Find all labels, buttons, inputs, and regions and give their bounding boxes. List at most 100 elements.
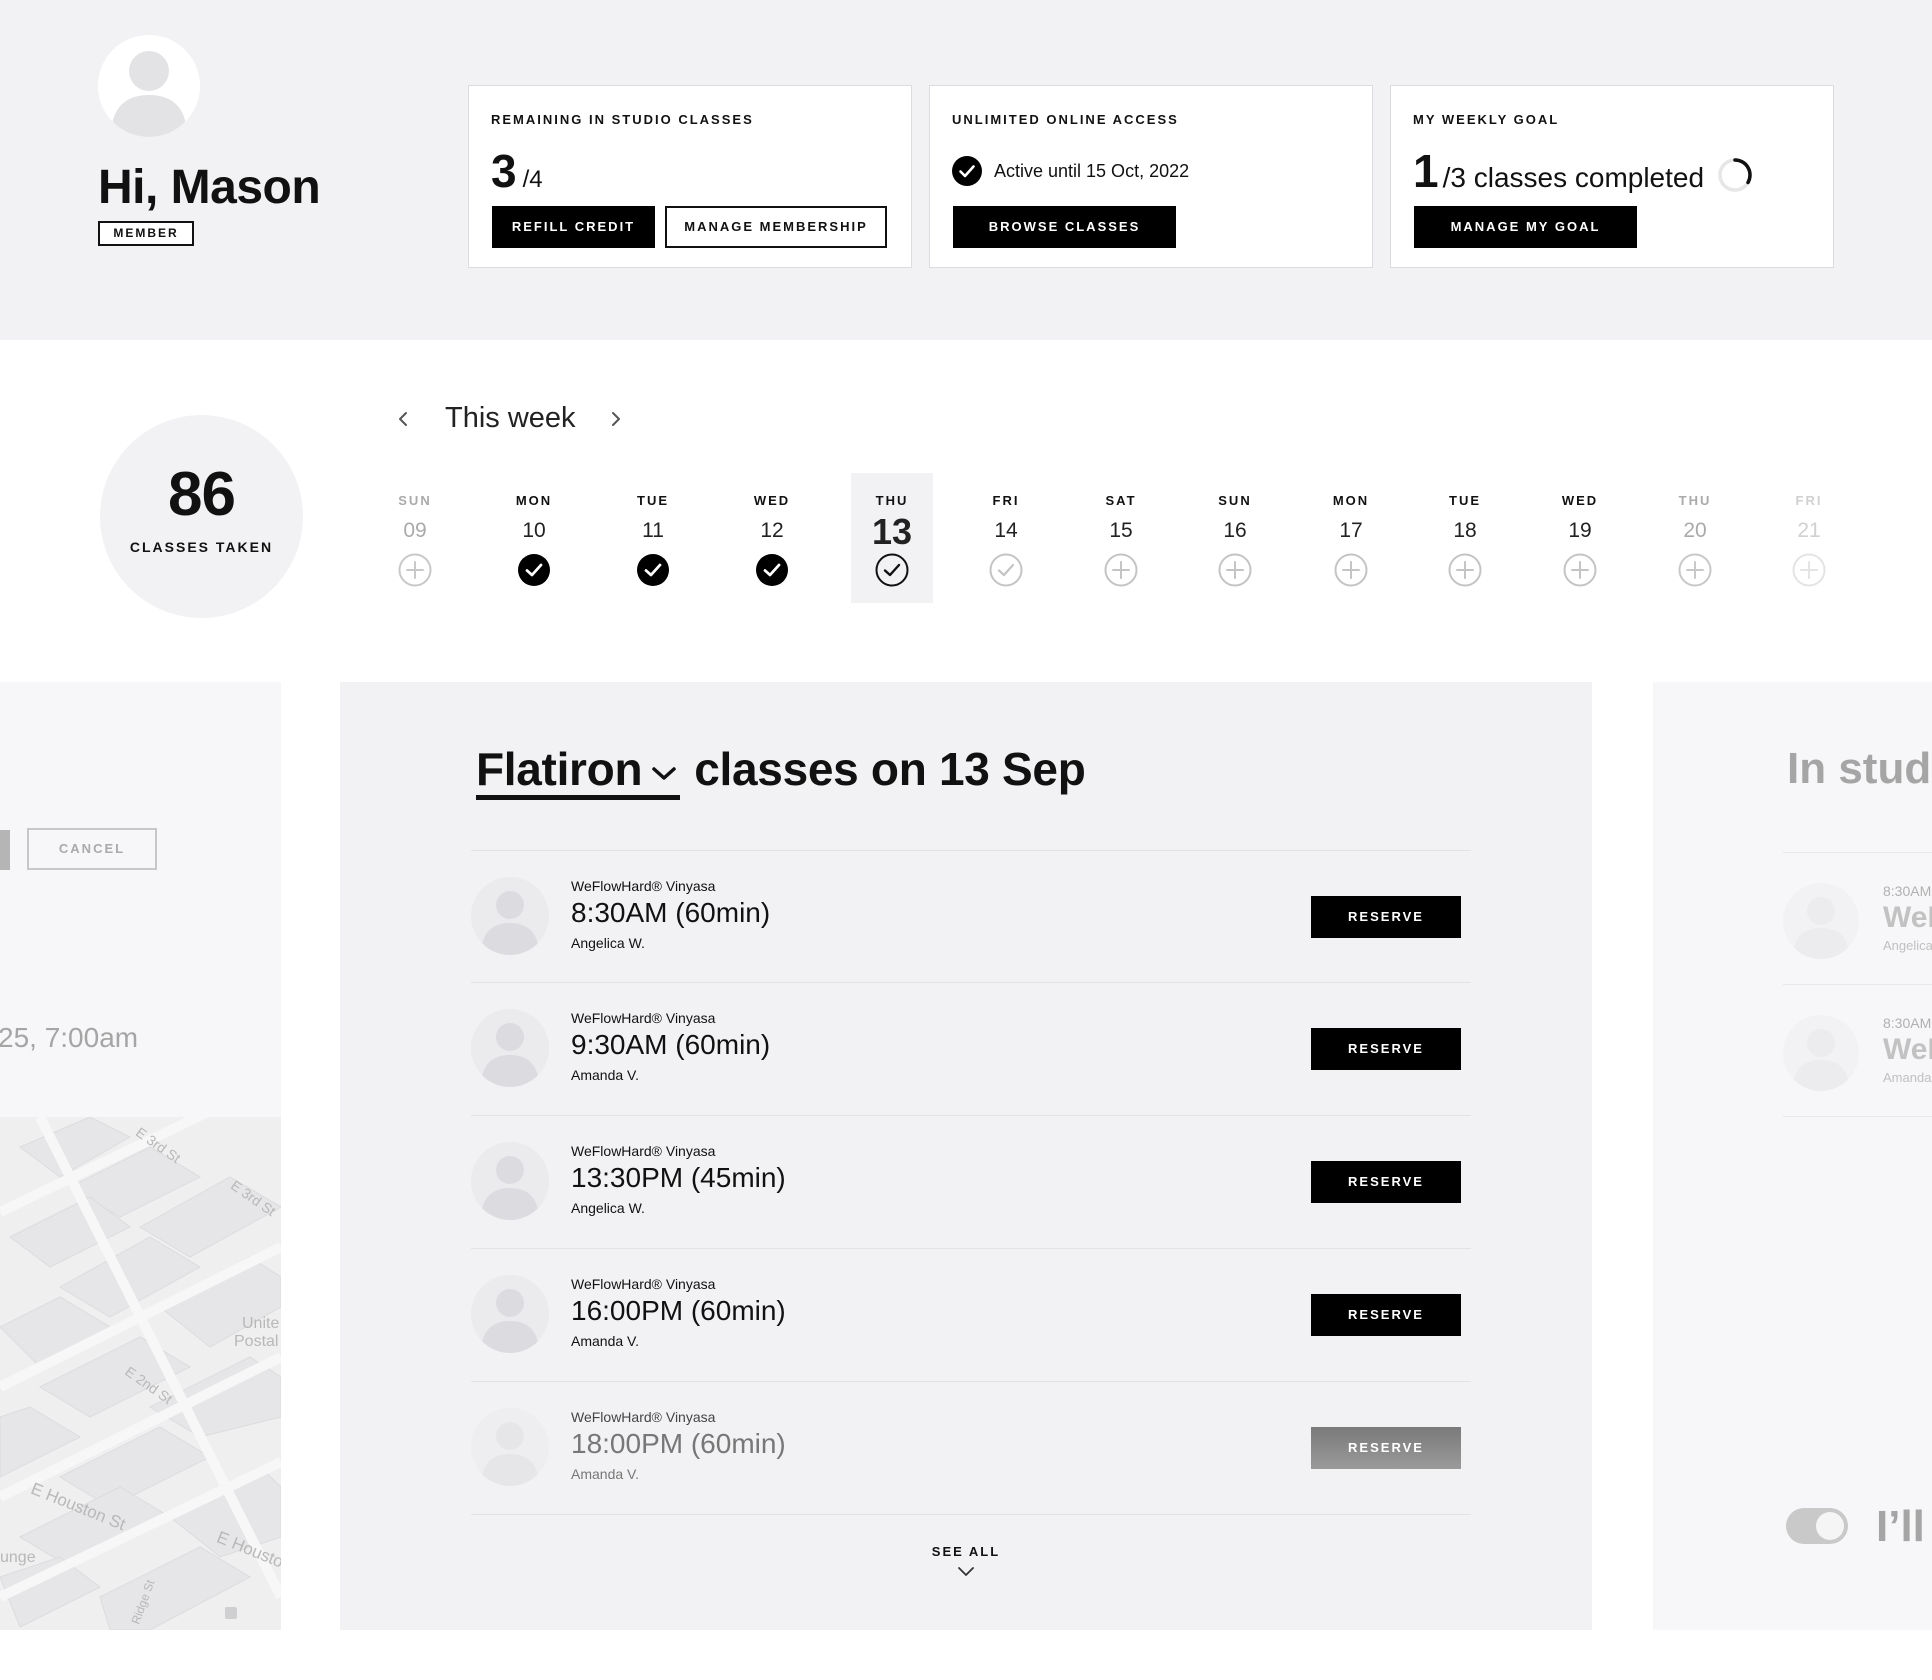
- classes-heading: Flatiron classes on 13 Sep: [476, 742, 1086, 800]
- instructor-avatar: [471, 1142, 549, 1220]
- class-time: 9:30AM (60min): [571, 1029, 771, 1060]
- day-of-week: MON: [515, 493, 553, 508]
- browse-classes-button[interactable]: BROWSE CLASSES: [953, 206, 1176, 248]
- chevron-left-icon[interactable]: [390, 404, 416, 434]
- chevron-down-icon[interactable]: [957, 1566, 975, 1578]
- reserve-button[interactable]: RESERVE: [1311, 1294, 1461, 1336]
- check-circle-filled-icon[interactable]: [636, 553, 670, 587]
- total-count: /4: [522, 166, 543, 193]
- greeting-title: Hi, Mason: [98, 161, 321, 214]
- day-number: 18: [1453, 519, 1477, 542]
- list-divider: [471, 1514, 1471, 1515]
- see-all-button[interactable]: SEE ALL: [340, 1544, 1592, 1559]
- day-number: 10: [522, 519, 546, 542]
- person-icon: [1793, 1029, 1849, 1091]
- location-dropdown[interactable]: Flatiron: [476, 743, 681, 800]
- week-day[interactable]: FRI 21: [1768, 473, 1850, 603]
- check-circle-icon: [952, 156, 982, 186]
- list-item[interactable]: 8:30AM WeF Angelica: [1783, 852, 1932, 984]
- opt-in-toggle[interactable]: [1786, 1508, 1848, 1544]
- week-day[interactable]: SUN 16: [1194, 473, 1276, 603]
- day-of-week: SUN: [398, 493, 432, 508]
- week-day[interactable]: THU 13: [851, 473, 933, 603]
- studio-map[interactable]: E 3rd St E 3rd St Unite Postal E 2nd St …: [0, 1072, 281, 1630]
- person-icon: [471, 1275, 549, 1353]
- day-of-week: THU: [1678, 493, 1712, 508]
- classes-panel: Flatiron classes on 13 Sep WeFlowHard® Vi…: [340, 682, 1592, 1630]
- location-name: Flatiron: [476, 743, 643, 795]
- instructor-name: Amanda: [1883, 1070, 1932, 1085]
- class-time: 13:30PM (45min): [571, 1162, 786, 1193]
- weekly-goal-progress-text: 1/3 classes completed: [1413, 144, 1704, 198]
- manage-membership-button[interactable]: MANAGE MEMBERSHIP: [665, 206, 887, 248]
- class-row[interactable]: WeFlowHard® Vinyasa 9:30AM (60min) Amanda …: [471, 982, 1471, 1114]
- reserve-button[interactable]: RESERVE: [1311, 1028, 1461, 1070]
- member-summary: Hi, Mason MEMBER REMAINING IN STUDIO CLA…: [0, 0, 1932, 340]
- plus-circle-icon[interactable]: [1792, 553, 1826, 587]
- day-number: 21: [1797, 519, 1821, 542]
- person-icon: [471, 1009, 549, 1087]
- reserve-button[interactable]: RESERVE: [1311, 1427, 1461, 1469]
- online-access-status: Active until 15 Oct, 2022: [994, 161, 1190, 181]
- refill-credit-button[interactable]: REFILL CREDIT: [492, 206, 655, 248]
- week-day[interactable]: SAT 15: [1080, 473, 1162, 603]
- person-icon: [471, 1142, 549, 1220]
- class-type: WeFlowHard® Vinyasa: [571, 1276, 716, 1292]
- class-row[interactable]: WeFlowHard® Vinyasa 8:30AM (60min) Angelic…: [471, 850, 1471, 982]
- studio-classes-count: 3/4: [491, 144, 543, 198]
- check-circle-filled-icon[interactable]: [517, 553, 551, 587]
- check-circle-light-icon[interactable]: [989, 553, 1023, 587]
- reserve-button[interactable]: RESERVE: [1311, 1161, 1461, 1203]
- plus-circle-icon[interactable]: [398, 553, 432, 587]
- day-of-week: TUE: [637, 493, 669, 508]
- plus-circle-icon[interactable]: [1104, 553, 1138, 587]
- class-row[interactable]: WeFlowHard® Vinyasa 16:00PM (60min) Amanda…: [471, 1248, 1471, 1380]
- class-row[interactable]: WeFlowHard® Vinyasa 18:00PM (60min) Amanda…: [471, 1381, 1471, 1513]
- instructor-name: Angelica W.: [571, 935, 645, 951]
- class-row[interactable]: WeFlowHard® Vinyasa 13:30PM (45min) Angeli…: [471, 1115, 1471, 1247]
- person-icon: [98, 35, 200, 137]
- remaining-count: 3: [491, 145, 517, 197]
- week-day[interactable]: MON 10: [493, 473, 575, 603]
- manage-goal-button[interactable]: MANAGE MY GOAL: [1414, 206, 1637, 248]
- list-item[interactable]: 8:30AM WeF Amanda: [1783, 984, 1932, 1116]
- person-icon: [471, 1408, 549, 1486]
- week-title: This week: [445, 402, 576, 434]
- week-day[interactable]: SUN 09: [374, 473, 456, 603]
- previous-panel-button-edge[interactable]: [0, 830, 10, 870]
- class-time-small: 8:30AM: [1883, 1015, 1932, 1031]
- user-avatar[interactable]: [98, 35, 200, 137]
- cancel-button[interactable]: CANCEL: [27, 828, 157, 870]
- plus-circle-icon[interactable]: [1563, 553, 1597, 587]
- plus-circle-icon[interactable]: [1448, 553, 1482, 587]
- day-number: 14: [994, 519, 1018, 542]
- week-day[interactable]: MON 17: [1310, 473, 1392, 603]
- class-time: 16:00PM (60min): [571, 1295, 786, 1326]
- week-day[interactable]: WED 19: [1539, 473, 1621, 603]
- in-studio-title: In stud: [1787, 744, 1932, 793]
- week-day[interactable]: FRI 14: [965, 473, 1047, 603]
- goal-completed-rest: /3 classes completed: [1442, 162, 1705, 193]
- day-number: 16: [1223, 519, 1247, 542]
- instructor-avatar: [471, 1275, 549, 1353]
- classes-taken-label: CLASSES TAKEN: [129, 539, 274, 555]
- week-day[interactable]: WED 12: [731, 473, 813, 603]
- day-of-week: SUN: [1218, 493, 1252, 508]
- class-time: 8:30AM (60min): [571, 897, 771, 928]
- member-badge: MEMBER: [98, 221, 194, 246]
- day-number: 19: [1568, 519, 1592, 542]
- week-day[interactable]: TUE 18: [1424, 473, 1506, 603]
- check-circle-filled-icon[interactable]: [755, 553, 789, 587]
- chevron-down-icon: [652, 767, 677, 780]
- instructor-name: Amanda V.: [571, 1067, 639, 1083]
- plus-circle-icon[interactable]: [1334, 553, 1368, 587]
- week-day[interactable]: TUE 11: [612, 473, 694, 603]
- plus-circle-icon[interactable]: [1678, 553, 1712, 587]
- instructor-avatar: [1783, 1015, 1859, 1091]
- plus-circle-icon[interactable]: [1218, 553, 1252, 587]
- class-type: WeFlowHard® Vinyasa: [571, 878, 716, 894]
- chevron-right-icon[interactable]: [603, 404, 629, 434]
- week-day[interactable]: THU 20: [1654, 473, 1736, 603]
- check-circle-outline-icon[interactable]: [875, 553, 909, 587]
- reserve-button[interactable]: RESERVE: [1311, 896, 1461, 938]
